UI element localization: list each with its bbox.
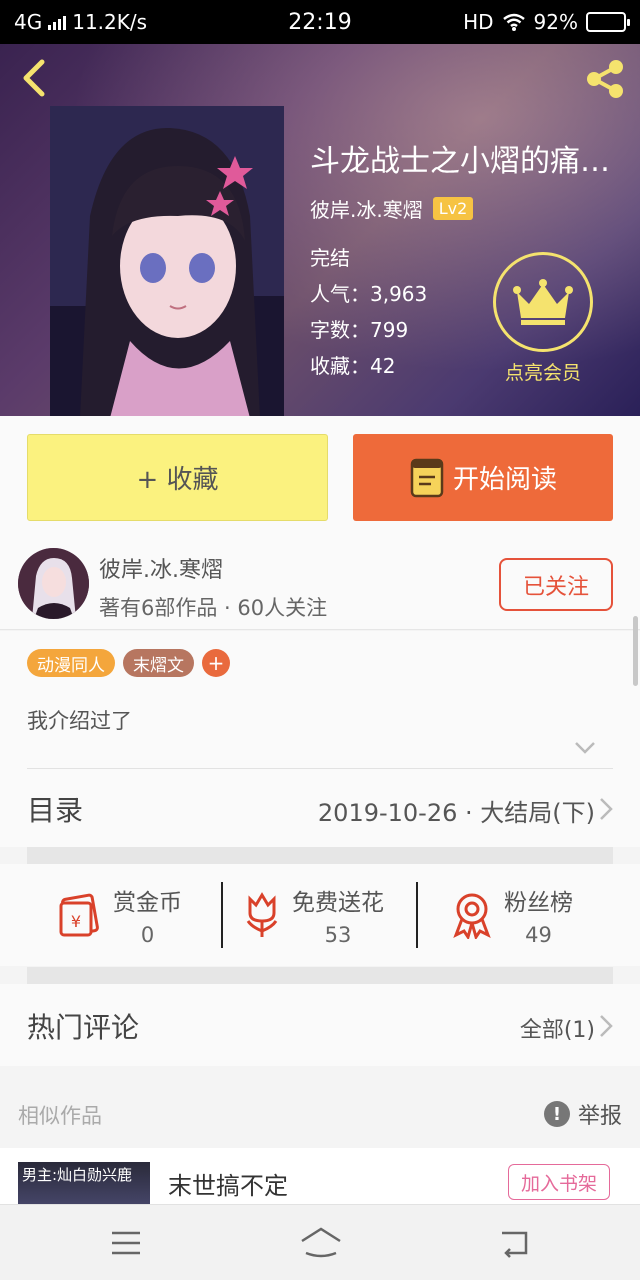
action-buttons: + 收藏 开始阅读 xyxy=(0,416,640,538)
latest-chapter: 2019-10-26 · 大结局(下) xyxy=(317,799,595,827)
hd-label: HD xyxy=(463,10,494,34)
similar-works-label: 相似作品 xyxy=(18,1104,102,1128)
status-bar: 4G 11.2K/s 22:19 HD 92% xyxy=(0,0,640,44)
report-button[interactable]: ! 举报 xyxy=(543,1098,622,1130)
add-to-shelf-button[interactable]: 加入书架 xyxy=(508,1164,610,1200)
author-card: 彼岸.冰.寒熠 著有6部作品 · 60人关注 已关注 xyxy=(0,538,640,630)
tag-item[interactable]: 末熠文 xyxy=(123,649,194,677)
avatar-image xyxy=(18,548,89,619)
reward-value: 49 xyxy=(525,923,552,947)
avatar[interactable] xyxy=(18,548,89,619)
wifi-icon xyxy=(502,13,525,31)
vip-button[interactable]: 点亮会员 xyxy=(490,252,596,385)
similar-book-cover: 男主:灿白勋兴鹿 xyxy=(18,1162,150,1204)
book-header: 斗龙战士之小熠的痛… 彼岸.冰.寒熠 Lv2 完结 人气：3,963 字数：79… xyxy=(0,44,640,416)
author-summary: 著有6部作品 · 60人关注 xyxy=(99,596,328,620)
start-reading-label: 开始阅读 xyxy=(452,465,557,495)
book-author-row: 彼岸.冰.寒熠 Lv2 xyxy=(310,194,474,223)
svg-text:¥: ¥ xyxy=(71,912,81,931)
red-envelope-icon: ¥ xyxy=(59,893,99,937)
list-item[interactable]: 男主:灿白勋兴鹿 末世搞不定 加入书架 xyxy=(0,1148,640,1204)
share-button[interactable] xyxy=(582,56,628,102)
similar-works-header: 相似作品 ! 举报 xyxy=(0,1066,640,1148)
hot-comments-label: 热门评论 xyxy=(27,1011,140,1044)
signal-icon xyxy=(48,14,67,30)
rewards-row: ¥ 赏金币 0 免费送花 53 粉丝榜 49 xyxy=(0,864,640,966)
battery-icon xyxy=(586,12,630,32)
reward-label: 赏金币 xyxy=(113,890,182,916)
cover-illustration xyxy=(50,106,284,416)
vip-circle xyxy=(493,252,593,352)
home-icon[interactable] xyxy=(298,1223,344,1263)
all-comments-link[interactable]: 全部(1) xyxy=(520,1012,595,1044)
back-nav-icon[interactable] xyxy=(496,1223,536,1263)
book-favorites: 收藏：42 xyxy=(310,354,396,378)
vip-label: 点亮会员 xyxy=(504,362,581,384)
author-name[interactable]: 彼岸.冰.寒熠 xyxy=(99,552,223,584)
separator xyxy=(416,882,418,948)
reward-value: 0 xyxy=(140,923,155,947)
chevron-down-icon[interactable] xyxy=(574,741,596,755)
network-speed: 11.2K/s xyxy=(72,10,148,34)
back-button[interactable] xyxy=(16,58,56,98)
menu-icon[interactable] xyxy=(106,1223,146,1263)
separator xyxy=(221,882,223,948)
intro-section: 动漫同人 末熠文 + 我介绍过了 xyxy=(0,631,640,769)
tag-list: 动漫同人 末熠文 + xyxy=(27,649,230,677)
system-nav-bar xyxy=(0,1204,640,1280)
report-label: 举报 xyxy=(577,1104,622,1129)
reward-coin-button[interactable]: ¥ 赏金币 0 xyxy=(55,882,182,948)
tag-item[interactable]: 动漫同人 xyxy=(27,649,115,677)
collect-button[interactable]: + 收藏 xyxy=(27,434,328,521)
book-intro: 我介绍过了 xyxy=(27,709,132,733)
fan-ranking-button[interactable]: 粉丝榜 49 xyxy=(450,882,573,948)
add-tag-button[interactable]: + xyxy=(202,649,230,677)
scrollbar[interactable] xyxy=(633,616,638,686)
chevron-right-icon xyxy=(600,1015,613,1037)
book-status: 完结 xyxy=(310,246,350,270)
warning-icon: ! xyxy=(543,1101,570,1127)
medal-icon xyxy=(453,893,491,939)
book-author[interactable]: 彼岸.冰.寒熠 xyxy=(310,194,423,223)
book-word-count: 字数：799 xyxy=(310,318,409,342)
level-badge: Lv2 xyxy=(432,197,474,220)
section-divider xyxy=(27,847,613,864)
send-flower-button[interactable]: 免费送花 53 xyxy=(242,882,384,948)
book-popularity: 人气：3,963 xyxy=(310,282,428,306)
chevron-right-icon xyxy=(600,798,613,820)
follow-button[interactable]: 已关注 xyxy=(499,558,613,611)
battery-percent: 92% xyxy=(533,10,578,34)
start-reading-button[interactable]: 开始阅读 xyxy=(353,434,613,521)
toc-label: 目录 xyxy=(27,794,84,827)
reward-label: 免费送花 xyxy=(292,890,384,916)
book-cover[interactable] xyxy=(50,106,284,416)
book-stats: 完结 人气：3,963 字数：799 收藏：42 xyxy=(310,240,427,384)
section-divider xyxy=(27,967,613,984)
network-label: 4G xyxy=(14,10,43,34)
reward-value: 53 xyxy=(324,923,352,947)
crown-icon xyxy=(513,279,573,325)
book-title: 斗龙战士之小熠的痛… xyxy=(310,144,610,179)
hot-comments-row[interactable]: 热门评论 全部(1) xyxy=(0,984,640,1066)
flower-icon xyxy=(246,892,278,937)
table-of-contents-row[interactable]: 目录 2019-10-26 · 大结局(下) xyxy=(0,769,640,847)
book-icon xyxy=(410,458,444,497)
similar-book-title: 末世搞不定 xyxy=(168,1172,288,1200)
reward-label: 粉丝榜 xyxy=(504,890,573,916)
